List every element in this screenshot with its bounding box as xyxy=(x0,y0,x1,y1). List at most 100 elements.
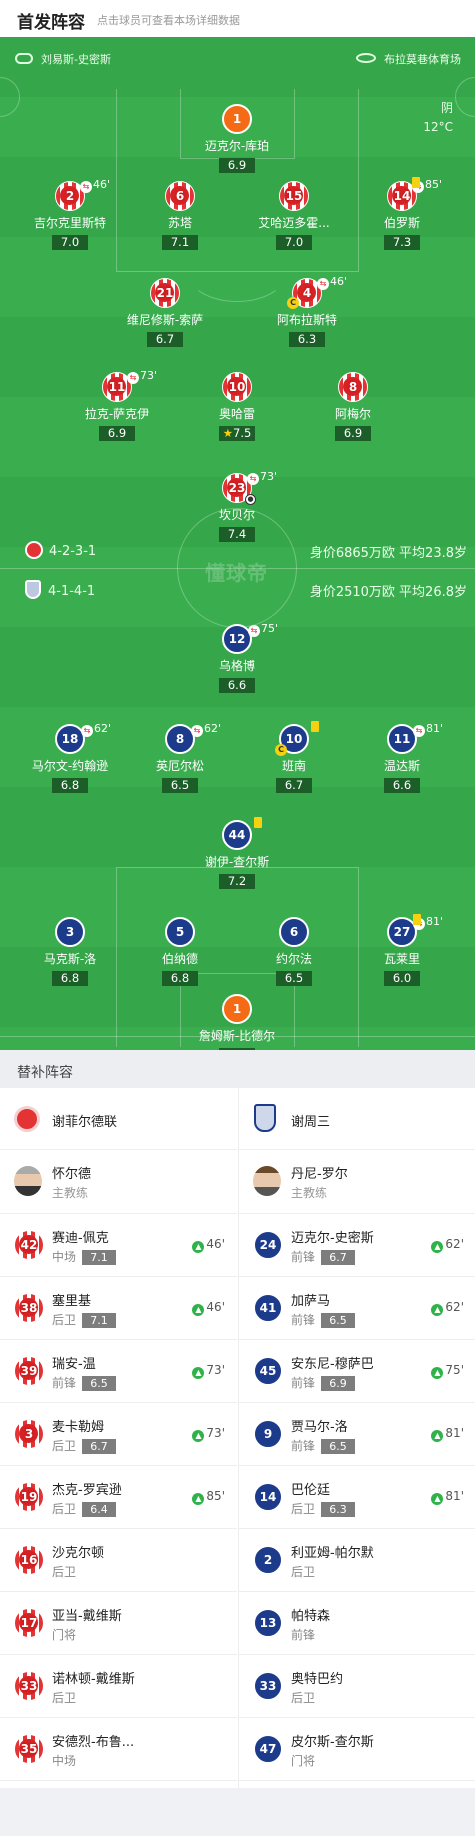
away-value: 身价2510万欧 平均26.8岁 xyxy=(309,585,467,600)
sub-in-icon: ▲ xyxy=(192,1493,205,1505)
player-number: 45 xyxy=(259,1364,277,1378)
home-player[interactable]: 15 艾哈迈多霍... 7.0 xyxy=(234,181,354,250)
away-player[interactable]: 10 C 班南 6.7 xyxy=(234,721,354,793)
bench-player-row[interactable]: 9 贾马尔-洛 前锋 6.5 ▲ 81' xyxy=(239,1403,475,1466)
away-player[interactable]: 3 马克斯-洛 6.8 xyxy=(10,917,130,986)
player-rating: 7.2 xyxy=(219,874,255,889)
jersey-icon: 6 xyxy=(165,181,195,211)
home-player[interactable]: 6 苏塔 7.1 xyxy=(120,181,240,250)
player-name: 麦卡勒姆 xyxy=(52,1420,105,1435)
jersey-icon: 38 xyxy=(14,1293,44,1323)
bench-player-row[interactable]: 17 亚当-戴维斯 门将 xyxy=(0,1592,237,1655)
bench-player-row[interactable]: 38 塞里基 后卫 7.1 ▲ 46' xyxy=(0,1277,237,1340)
home-player[interactable]: 21 维尼修斯-索萨 6.7 xyxy=(105,278,225,347)
player-rating: 6.0 xyxy=(384,971,420,986)
sub-in-icon: ▲ xyxy=(192,1304,205,1316)
bench-player-row[interactable]: 41 加萨马 前锋 6.5 ▲ 62' xyxy=(239,1277,475,1340)
bench-player-row[interactable]: 45 安东尼-穆萨巴 前锋 6.9 ▲ 75' xyxy=(239,1340,475,1403)
jersey-icon: 4 ⇆ 46' C xyxy=(287,275,347,309)
home-player[interactable]: 8 阿梅尔 6.9 xyxy=(293,372,413,441)
home-crest-icon xyxy=(14,1106,40,1132)
jersey-icon: 13 xyxy=(253,1608,283,1638)
away-player[interactable]: 1詹姆斯-比德尔6.7 xyxy=(177,994,297,1050)
bench-player-row[interactable]: 35 安德烈-布鲁... 中场 xyxy=(0,1718,237,1781)
player-position: 后卫 xyxy=(52,1565,77,1579)
coach-avatar xyxy=(253,1166,281,1196)
player-number: 35 xyxy=(20,1742,38,1756)
away-player[interactable]: 18 ⇆ 62' 马尔文-约翰逊 6.8 xyxy=(10,722,130,793)
home-coach[interactable]: 怀尔德 主教练 xyxy=(0,1150,237,1214)
bench-player-row[interactable]: 2 利亚姆-帕尔默 后卫 xyxy=(239,1529,475,1592)
bench-player-row[interactable]: 33 诺林顿-戴维斯 后卫 xyxy=(0,1655,237,1718)
yellow-card-icon xyxy=(413,914,421,925)
coach-avatar xyxy=(14,1166,42,1196)
jersey-icon: 42 xyxy=(14,1230,44,1260)
bench-player-row[interactable]: 3 麦卡勒姆 后卫 6.7 ▲ 73' xyxy=(0,1403,237,1466)
bench-player-row[interactable]: 16 沙克尔顿 后卫 xyxy=(0,1529,237,1592)
bench-player-row[interactable]: 42 赛迪-佩克 中场 7.1 ▲ 46' xyxy=(0,1214,237,1277)
player-rating: 6.5 xyxy=(321,1439,356,1454)
home-player[interactable]: 4 ⇆ 46' C 阿布拉斯特 6.3 xyxy=(247,275,367,347)
jersey-icon: 41 xyxy=(253,1293,283,1323)
jersey-icon: 33 xyxy=(253,1671,283,1701)
player-name: 马克斯-洛 xyxy=(43,952,97,966)
sub-on-minute: ▲ 46' xyxy=(192,1300,225,1316)
away-player[interactable]: 11 ⇆ 81' 温达斯 6.6 xyxy=(342,722,462,793)
home-bench: 谢菲尔德联 怀尔德 主教练 42 赛迪-佩克 中场 7.1 ▲ 46' 38 塞里基 后卫 7.1… xyxy=(0,1088,237,1788)
sub-off-indicator: ⇆ 46' xyxy=(80,178,110,193)
home-player[interactable]: 1 迈克尔-库珀 6.9 xyxy=(177,104,297,173)
sub-off-indicator: ⇆ 62' xyxy=(81,722,111,737)
bench-player-row[interactable]: 47 皮尔斯-查尔斯 门将 xyxy=(239,1718,475,1781)
away-player[interactable]: 6 约尔法 6.5 xyxy=(234,917,354,986)
player-name: 伯罗斯 xyxy=(383,216,420,230)
away-team-row[interactable]: 谢周三 xyxy=(239,1088,475,1150)
player-name: 拉克-萨克伊 xyxy=(84,407,150,421)
player-number: 38 xyxy=(20,1301,38,1315)
away-player[interactable]: 27⇆81' 瓦莱里 6.0 xyxy=(342,914,462,986)
player-number: 6 xyxy=(175,189,185,203)
referee-info: 刘易斯-史密斯 xyxy=(15,51,111,67)
away-coach[interactable]: 丹尼-罗尔 主教练 xyxy=(239,1150,475,1214)
substitution-icon: ⇆ xyxy=(248,625,260,637)
home-player[interactable]: 2 ⇆ 46' 吉尔克里斯特 7.0 xyxy=(10,178,130,250)
away-player[interactable]: 44 谢伊-查尔斯 7.2 xyxy=(177,817,297,889)
jersey-icon: 5 xyxy=(165,917,195,947)
jersey-icon: 14 xyxy=(253,1482,283,1512)
away-player[interactable]: 8 ⇆ 62' 英厄尔松 6.5 xyxy=(120,722,240,793)
player-name: 诺林顿-戴维斯 xyxy=(52,1672,135,1687)
jersey-icon: 35 xyxy=(14,1734,44,1764)
bench-player-row[interactable]: 39 瑞安-温 前锋 6.5 ▲ 73' xyxy=(0,1340,237,1403)
player-rating: 7.0 xyxy=(276,235,312,250)
player-rating: 6.8 xyxy=(52,971,88,986)
away-player[interactable]: 12 ⇆ 75' 乌格博 6.6 xyxy=(177,622,297,693)
captain-icon: C xyxy=(287,297,299,309)
player-rating: 6.9 xyxy=(335,426,371,441)
bench-player-row[interactable]: 13 帕特森 前锋 xyxy=(239,1592,475,1655)
bench-player-row[interactable]: 24 迈克尔-史密斯 前锋 6.7 ▲ 62' xyxy=(239,1214,475,1277)
goal-icon: ● xyxy=(245,494,256,505)
player-name: 迈克尔-库珀 xyxy=(204,139,270,153)
jersey-icon: 15 xyxy=(279,181,309,211)
home-player[interactable]: 11 ⇆ 73' 拉克-萨克伊 6.9 xyxy=(57,369,177,441)
home-player[interactable]: 14⇆85' 伯罗斯 7.3 xyxy=(342,177,462,250)
away-player[interactable]: 5 伯纳德 6.8 xyxy=(120,917,240,986)
jersey-icon: 3 xyxy=(55,917,85,947)
player-name: 安德烈-布鲁... xyxy=(52,1735,135,1750)
player-number: 5 xyxy=(175,925,185,939)
player-name: 詹姆斯-比德尔 xyxy=(198,1029,276,1043)
player-number: 42 xyxy=(20,1238,38,1252)
home-player[interactable]: 23 ⇆ 73' ● 坎贝尔 7.4 xyxy=(177,470,297,542)
jersey-icon: 8 ⇆ 62' xyxy=(165,722,221,754)
jersey-icon: 12 ⇆ 75' xyxy=(222,622,278,654)
home-player[interactable]: 10 奥哈雷 ★7.5 xyxy=(177,372,297,441)
player-rating: ★7.5 xyxy=(218,426,256,441)
weather-text: 阴 xyxy=(440,101,453,115)
bench-player-row[interactable]: 14 巴伦廷 后卫 6.3 ▲ 81' xyxy=(239,1466,475,1529)
player-position: 前锋 6.5 xyxy=(52,1374,117,1391)
away-team-name: 谢周三 xyxy=(291,1115,331,1130)
player-position: 中场 7.1 xyxy=(52,1248,117,1265)
bench-player-row[interactable]: 33 奥特巴约 后卫 xyxy=(239,1655,475,1718)
bench-player-row[interactable]: 19 杰克-罗宾逊 后卫 6.4 ▲ 85' xyxy=(0,1466,237,1529)
player-name: 迈克尔-史密斯 xyxy=(291,1231,374,1246)
home-team-row[interactable]: 谢菲尔德联 xyxy=(0,1088,237,1150)
